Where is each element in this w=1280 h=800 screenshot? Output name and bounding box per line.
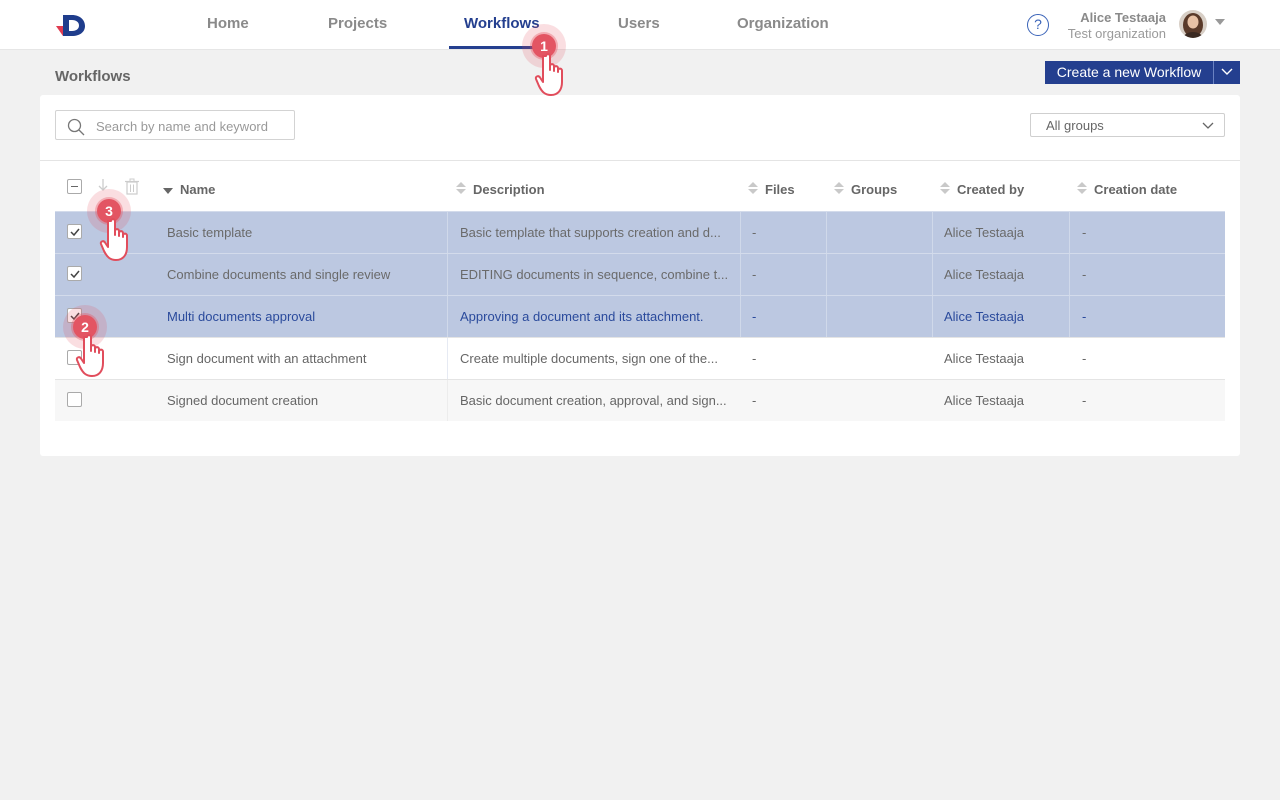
checkmark-icon xyxy=(70,228,80,237)
create-workflow-button[interactable]: Create a new Workflow xyxy=(1045,61,1213,84)
column-header-groups[interactable]: Groups xyxy=(851,182,897,197)
cell-files: - xyxy=(752,225,757,240)
cell-files: - xyxy=(752,267,757,282)
sort-icon[interactable] xyxy=(834,182,844,196)
cell-creation-date: - xyxy=(1082,393,1087,408)
cell-creation-date: - xyxy=(1082,351,1087,366)
chevron-down-icon[interactable] xyxy=(1215,19,1225,25)
cell-files: - xyxy=(752,309,757,324)
cell-creation-date: - xyxy=(1082,267,1087,282)
download-icon[interactable] xyxy=(96,178,110,194)
cell-files: - xyxy=(752,393,757,408)
cell-created-by: Alice Testaaja xyxy=(944,393,1024,408)
cell-created-by: Alice Testaaja xyxy=(944,351,1024,366)
create-workflow-dropdown-button[interactable] xyxy=(1213,61,1240,84)
cell-name[interactable]: Basic template xyxy=(167,225,437,240)
select-all-checkbox[interactable] xyxy=(67,179,82,194)
avatar[interactable] xyxy=(1179,10,1207,38)
sort-icon[interactable] xyxy=(456,182,466,196)
question-circle-icon[interactable]: ? xyxy=(1027,14,1049,36)
row-checkbox[interactable] xyxy=(67,392,82,407)
column-header-files[interactable]: Files xyxy=(765,182,795,197)
cell-name[interactable]: Combine documents and single review xyxy=(167,267,437,282)
row-checkbox[interactable] xyxy=(67,308,82,323)
active-tab-indicator xyxy=(449,46,553,49)
nav-home[interactable]: Home xyxy=(207,15,249,32)
cell-description: Basic template that supports creation an… xyxy=(460,225,721,240)
cell-name[interactable]: Signed document creation xyxy=(167,393,437,408)
column-header-name[interactable]: Name xyxy=(180,182,215,197)
chevron-down-icon xyxy=(1221,68,1233,75)
search-input[interactable] xyxy=(96,116,286,136)
sort-icon[interactable] xyxy=(940,182,950,196)
top-navigation-bar: Home Projects Workflows Users Organizati… xyxy=(0,0,1280,50)
nav-organization[interactable]: Organization xyxy=(737,15,829,32)
checkmark-icon xyxy=(70,312,80,321)
cell-description: EDITING documents in sequence, combine t… xyxy=(460,267,729,282)
cell-name[interactable]: Multi documents approval xyxy=(167,309,437,324)
cell-name[interactable]: Sign document with an attachment xyxy=(167,351,437,366)
cell-created-by: Alice Testaaja xyxy=(944,267,1024,282)
column-header-creation-date[interactable]: Creation date xyxy=(1094,182,1177,197)
table-row[interactable]: Basic template Basic template that suppo… xyxy=(55,211,1225,253)
cell-created-by: Alice Testaaja xyxy=(944,309,1024,324)
table-row[interactable]: Combine documents and single review EDIT… xyxy=(55,253,1225,295)
chevron-down-icon xyxy=(1202,122,1214,129)
row-checkbox[interactable] xyxy=(67,224,82,239)
app-logo[interactable] xyxy=(54,12,90,38)
nav-workflows[interactable]: Workflows xyxy=(464,15,540,32)
sort-icon[interactable] xyxy=(748,182,758,196)
cell-creation-date: - xyxy=(1082,309,1087,324)
nav-projects[interactable]: Projects xyxy=(328,15,387,32)
cell-description: Create multiple documents, sign one of t… xyxy=(460,351,718,366)
pointer-hand-icon xyxy=(534,53,563,96)
table-row[interactable]: Signed document creation Basic document … xyxy=(55,379,1225,421)
row-checkbox[interactable] xyxy=(67,266,82,281)
nav-users[interactable]: Users xyxy=(618,15,660,32)
user-organization[interactable]: Test organization xyxy=(1068,26,1166,41)
user-name[interactable]: Alice Testaaja xyxy=(1080,10,1166,25)
table-row[interactable]: Multi documents approval Approving a doc… xyxy=(55,295,1225,337)
cell-files: - xyxy=(752,351,757,366)
row-checkbox[interactable] xyxy=(67,350,82,365)
table-header: Name Description Files Groups Created by… xyxy=(55,161,1225,212)
groups-filter-value: All groups xyxy=(1046,118,1104,133)
cell-creation-date: - xyxy=(1082,225,1087,240)
cell-created-by: Alice Testaaja xyxy=(944,225,1024,240)
checkmark-icon xyxy=(70,270,80,279)
cell-description: Basic document creation, approval, and s… xyxy=(460,393,727,408)
column-header-description[interactable]: Description xyxy=(473,182,545,197)
page-title: Workflows xyxy=(55,68,131,85)
column-header-created-by[interactable]: Created by xyxy=(957,182,1024,197)
sort-desc-icon[interactable] xyxy=(163,188,173,194)
cell-description: Approving a document and its attachment. xyxy=(460,309,704,324)
table-row[interactable]: Sign document with an attachment Create … xyxy=(55,337,1225,379)
search-box[interactable] xyxy=(55,110,295,140)
search-icon xyxy=(67,118,85,136)
trash-icon[interactable] xyxy=(124,178,140,195)
groups-filter-select[interactable]: All groups xyxy=(1030,113,1225,137)
sort-icon[interactable] xyxy=(1077,182,1087,196)
